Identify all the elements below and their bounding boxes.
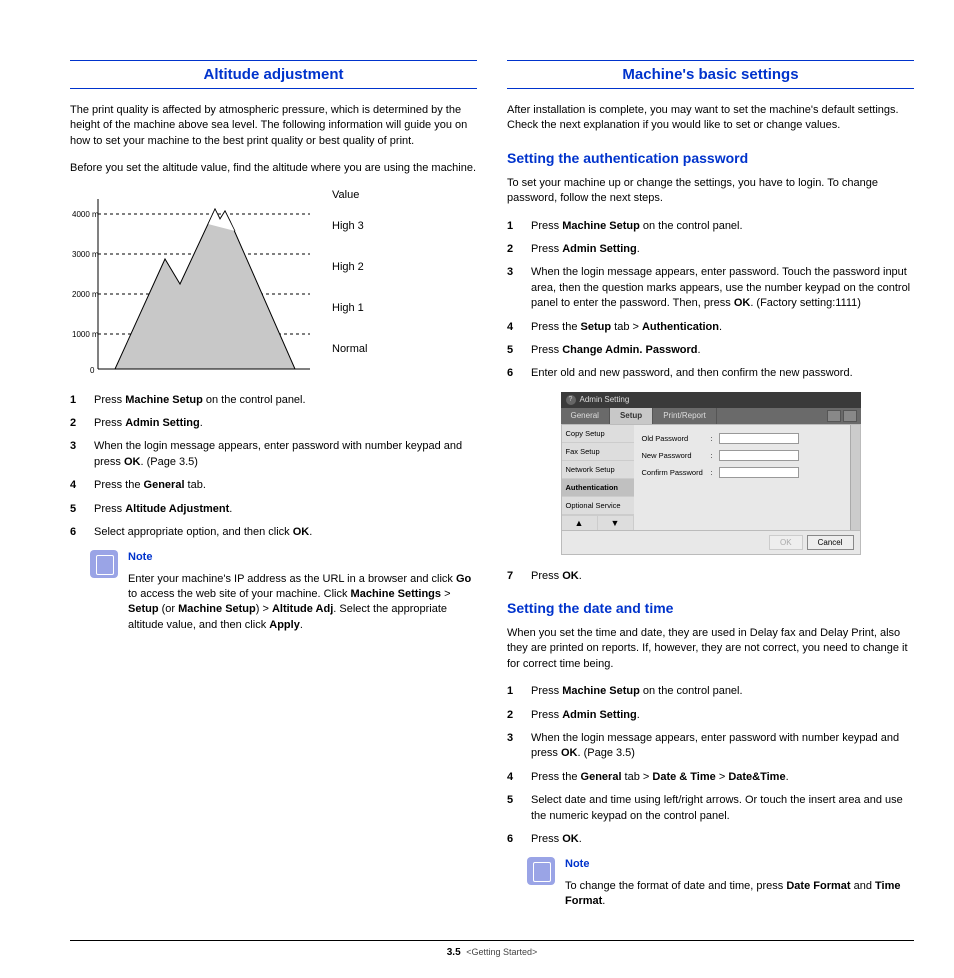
ok-button: OK (769, 535, 803, 550)
admin-setting-screenshot: ?Admin Setting General Setup Print/Repor… (561, 392, 861, 555)
altitude-intro-2: Before you set the altitude value, find … (70, 161, 477, 176)
note-icon (527, 857, 555, 885)
tab-print-report: Print/Report (653, 408, 717, 424)
footer-page: .5 (452, 947, 460, 958)
help-icon: ? (566, 395, 576, 405)
ui-scrollbar (850, 425, 860, 530)
svg-text:3000 m: 3000 m (72, 250, 99, 259)
note-text: To change the format of date and time, p… (565, 879, 914, 910)
left-column: Altitude adjustment The print quality is… (70, 60, 477, 910)
datetime-note: Note To change the format of date and ti… (527, 857, 914, 909)
altitude-intro-1: The print quality is affected by atmosph… (70, 103, 477, 149)
ui-toolbar-icons (823, 408, 861, 424)
altitude-steps: 1Press Machine Setup on the control pane… (70, 393, 477, 541)
step: 6Select appropriate option, and then cli… (70, 525, 477, 540)
auth-password-title: Setting the authentication password (507, 150, 914, 166)
step: 3When the login message appears, enter p… (70, 439, 477, 470)
step: 1Press Machine Setup on the control pane… (70, 393, 477, 408)
svg-text:1000 m: 1000 m (72, 330, 99, 339)
page: Altitude adjustment The print quality is… (0, 0, 954, 978)
level-high1: High 1 (332, 302, 367, 315)
basic-settings-intro: After installation is complete, you may … (507, 103, 914, 134)
two-column-layout: Altitude adjustment The print quality is… (70, 60, 914, 910)
ui-tabs: General Setup Print/Report (561, 408, 861, 424)
value-labels: Value High 3 High 2 High 1 Normal (332, 189, 367, 357)
date-time-title: Setting the date and time (507, 600, 914, 616)
confirm-password-label: Confirm Password (642, 468, 707, 477)
new-password-label: New Password (642, 451, 707, 460)
basic-settings-title: Machine's basic settings (507, 60, 914, 89)
note-title: Note (565, 857, 914, 872)
altitude-section-title: Altitude adjustment (70, 60, 477, 89)
auth-password-intro: To set your machine up or change the set… (507, 176, 914, 207)
right-column: Machine's basic settings After installat… (507, 60, 914, 910)
svg-text:4000 m: 4000 m (72, 210, 99, 219)
confirm-password-input (719, 467, 799, 478)
date-time-intro: When you set the time and date, they are… (507, 626, 914, 672)
altitude-note: Note Enter your machine's IP address as … (90, 550, 477, 633)
level-high3: High 3 (332, 220, 367, 233)
tab-general: General (561, 408, 610, 424)
value-header: Value (332, 189, 367, 202)
page-footer: 3.5 <Getting Started> (70, 940, 914, 958)
datetime-steps: 1Press Machine Setup on the control pane… (507, 684, 914, 847)
level-high2: High 2 (332, 261, 367, 274)
step: 2Press Admin Setting. (70, 416, 477, 431)
svg-text:0: 0 (90, 366, 95, 375)
toolbar-icon (843, 410, 857, 422)
ui-titlebar: ?Admin Setting (561, 392, 861, 408)
old-password-label: Old Password (642, 434, 707, 443)
level-normal: Normal (332, 343, 367, 356)
step: 5Press Altitude Adjustment. (70, 502, 477, 517)
note-icon (90, 550, 118, 578)
svg-text:2000 m: 2000 m (72, 290, 99, 299)
step: 4Press the General tab. (70, 478, 477, 493)
side-fax-setup: Fax Setup (562, 443, 634, 461)
cancel-button: Cancel (807, 535, 854, 550)
side-up-icon: ▲ (562, 515, 598, 530)
note-text: Enter your machine's IP address as the U… (128, 572, 477, 634)
altitude-diagram: 4000 m 3000 m 2000 m 1000 m 0 Value High… (70, 189, 477, 379)
ui-sidebar: Copy Setup Fax Setup Network Setup Authe… (562, 425, 634, 530)
footer-label: <Getting Started> (466, 947, 537, 957)
auth-steps: 1Press Machine Setup on the control pane… (507, 219, 914, 382)
old-password-input (719, 433, 799, 444)
note-title: Note (128, 550, 477, 565)
ui-main-panel: Old Password: New Password: Confirm Pass… (634, 425, 850, 530)
new-password-input (719, 450, 799, 461)
tab-setup: Setup (610, 408, 653, 424)
mountain-diagram: 4000 m 3000 m 2000 m 1000 m 0 (70, 189, 320, 379)
side-down-icon: ▼ (598, 515, 634, 530)
side-network-setup: Network Setup (562, 461, 634, 479)
toolbar-icon (827, 410, 841, 422)
side-copy-setup: Copy Setup (562, 425, 634, 443)
side-authentication: Authentication (562, 479, 634, 497)
side-optional-service: Optional Service (562, 497, 634, 515)
